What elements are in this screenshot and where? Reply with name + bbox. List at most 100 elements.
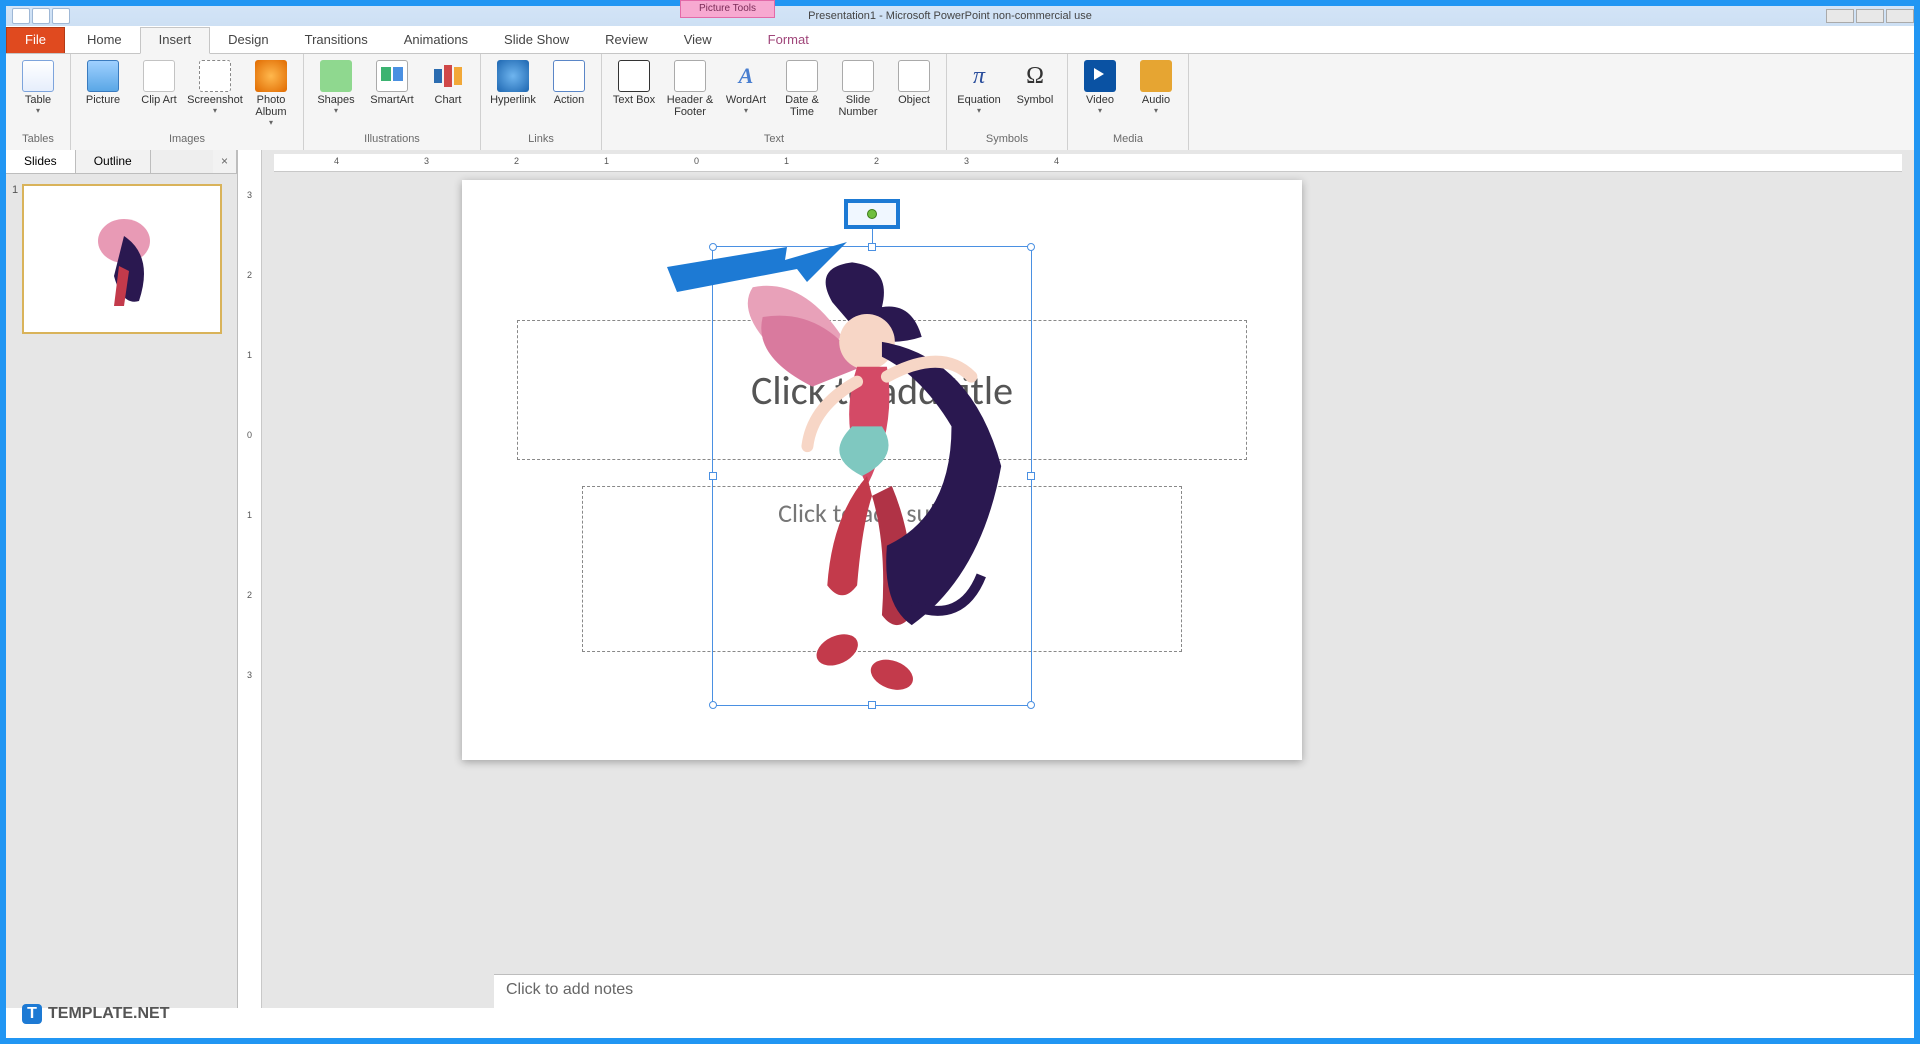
photo-album-icon (255, 60, 287, 92)
pane-close-button[interactable]: × (213, 150, 237, 173)
table-button[interactable]: Table▾ (12, 58, 64, 115)
ribbon-tabs: File Home Insert Design Transitions Anim… (6, 26, 1914, 54)
smartart-button[interactable]: SmartArt (366, 58, 418, 106)
group-media: Video▾ Audio▾ Media (1068, 54, 1189, 151)
hyperlink-button[interactable]: Hyperlink (487, 58, 539, 106)
qat-undo-icon[interactable] (32, 8, 50, 24)
video-icon (1084, 60, 1116, 92)
notes-pane[interactable]: Click to add notes (494, 974, 1914, 1008)
object-button[interactable]: Object (888, 58, 940, 106)
resize-handle-bm[interactable] (868, 701, 876, 709)
tab-animations[interactable]: Animations (386, 28, 486, 53)
clipart-button[interactable]: Clip Art (133, 58, 185, 106)
group-tables: Table▾ Tables (6, 54, 71, 151)
equation-icon: π (963, 60, 995, 92)
pane-tabs: Slides Outline × (6, 150, 237, 174)
contextual-tab-picture-tools: Picture Tools (680, 0, 775, 18)
tab-home[interactable]: Home (69, 28, 140, 53)
date-time-icon (786, 60, 818, 92)
header-footer-icon (674, 60, 706, 92)
close-button[interactable] (1886, 9, 1914, 23)
qat-redo-icon[interactable] (52, 8, 70, 24)
shapes-button[interactable]: Shapes▾ (310, 58, 362, 115)
maximize-button[interactable] (1856, 9, 1884, 23)
chevron-down-icon: ▾ (1098, 106, 1102, 115)
chevron-down-icon: ▾ (744, 106, 748, 115)
chevron-down-icon: ▾ (334, 106, 338, 115)
tab-view[interactable]: View (666, 28, 730, 53)
object-icon (898, 60, 930, 92)
thumbnail-item[interactable]: 1 (12, 184, 231, 334)
tab-file[interactable]: File (6, 27, 65, 53)
tab-transitions[interactable]: Transitions (287, 28, 386, 53)
resize-handle-tr[interactable] (1027, 243, 1035, 251)
resize-handle-tm[interactable] (868, 243, 876, 251)
slide-thumbnail[interactable] (22, 184, 222, 334)
equation-button[interactable]: πEquation▾ (953, 58, 1005, 115)
tab-slideshow[interactable]: Slide Show (486, 28, 587, 53)
table-icon (22, 60, 54, 92)
audio-button[interactable]: Audio▾ (1130, 58, 1182, 115)
qat-save-icon[interactable] (12, 8, 30, 24)
group-images: Picture Clip Art Screenshot▾ Photo Album… (71, 54, 304, 151)
rotation-handle[interactable] (867, 209, 877, 219)
slide[interactable]: Click to add title Click to add subtitle (462, 180, 1302, 760)
tab-design[interactable]: Design (210, 28, 286, 53)
titlebar: Presentation1 - Microsoft PowerPoint non… (6, 6, 1914, 26)
shapes-icon (320, 60, 352, 92)
minimize-button[interactable] (1826, 9, 1854, 23)
datetime-button[interactable]: Date & Time (776, 58, 828, 118)
chart-icon (432, 60, 464, 92)
symbol-button[interactable]: ΩSymbol (1009, 58, 1061, 106)
hyperlink-icon (497, 60, 529, 92)
resize-handle-ml[interactable] (709, 472, 717, 480)
slide-number-icon (842, 60, 874, 92)
resize-handle-br[interactable] (1027, 701, 1035, 709)
tab-slides-pane[interactable]: Slides (6, 150, 76, 173)
horizontal-ruler: 4 3 2 1 0 1 2 3 4 (274, 154, 1902, 172)
vertical-ruler: 3 2 1 0 1 2 3 (238, 150, 262, 1008)
chart-button[interactable]: Chart (422, 58, 474, 106)
headerfooter-button[interactable]: Header & Footer (664, 58, 716, 118)
screenshot-icon (199, 60, 231, 92)
watermark-logo-icon: T (22, 1004, 42, 1024)
thumbnail-list: 1 (6, 174, 237, 344)
group-symbols: πEquation▾ ΩSymbol Symbols (947, 54, 1068, 151)
thumbnail-number: 1 (12, 184, 18, 334)
smartart-icon (376, 60, 408, 92)
watermark: T TEMPLATE.NET (22, 1004, 169, 1024)
tab-review[interactable]: Review (587, 28, 666, 53)
resize-handle-mr[interactable] (1027, 472, 1035, 480)
wordart-button[interactable]: AWordArt▾ (720, 58, 772, 115)
chevron-down-icon: ▾ (269, 118, 273, 127)
photoalbum-button[interactable]: Photo Album▾ (245, 58, 297, 127)
annotation-arrow-icon (667, 242, 847, 302)
video-button[interactable]: Video▾ (1074, 58, 1126, 115)
tab-format[interactable]: Format (750, 28, 827, 53)
group-text: Text Box Header & Footer AWordArt▾ Date … (602, 54, 947, 151)
selected-image[interactable] (712, 246, 1032, 706)
chevron-down-icon: ▾ (36, 106, 40, 115)
symbol-icon: Ω (1019, 60, 1051, 92)
window-controls (1824, 9, 1914, 23)
action-button[interactable]: Action (543, 58, 595, 106)
inserted-image-icon (713, 247, 1031, 705)
wordart-icon: A (730, 60, 762, 92)
chevron-down-icon: ▾ (977, 106, 981, 115)
tab-insert[interactable]: Insert (140, 27, 211, 54)
picture-button[interactable]: Picture (77, 58, 129, 106)
clipart-icon (143, 60, 175, 92)
watermark-text: TEMPLATE.NET (48, 1005, 169, 1023)
picture-icon (87, 60, 119, 92)
chevron-down-icon: ▾ (1154, 106, 1158, 115)
ribbon: Table▾ Tables Picture Clip Art Screensho… (6, 54, 1914, 152)
chevron-down-icon: ▾ (213, 106, 217, 115)
screenshot-button[interactable]: Screenshot▾ (189, 58, 241, 115)
slidenumber-button[interactable]: Slide Number (832, 58, 884, 118)
group-links: Hyperlink Action Links (481, 54, 602, 151)
audio-icon (1140, 60, 1172, 92)
resize-handle-bl[interactable] (709, 701, 717, 709)
textbox-button[interactable]: Text Box (608, 58, 660, 106)
tab-outline-pane[interactable]: Outline (76, 150, 151, 173)
work-area: Slides Outline × 1 3 2 1 0 1 2 3 (6, 150, 1914, 1008)
